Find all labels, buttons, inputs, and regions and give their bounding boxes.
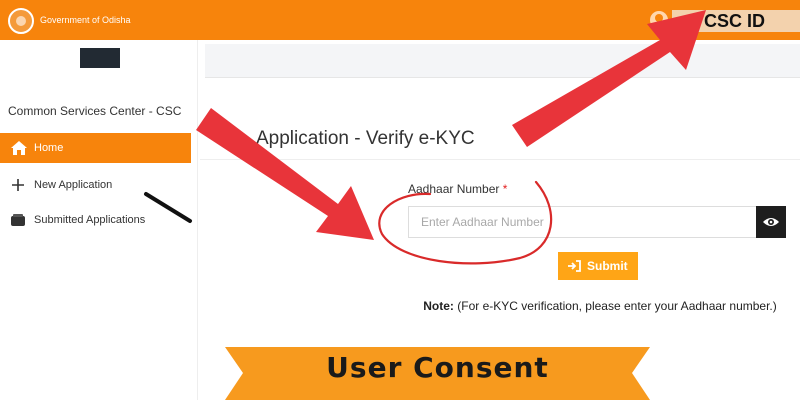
user-avatar-icon[interactable] — [650, 11, 668, 29]
submit-button[interactable]: Submit — [558, 252, 638, 280]
sidebar-item-home[interactable]: Home — [0, 133, 191, 163]
page-title: Application - Verify e-KYC — [256, 128, 475, 149]
aadhaar-label-text: Aadhaar Number — [408, 182, 500, 196]
csc-id-text: CSC ID — [704, 11, 766, 31]
sign-in-icon — [568, 260, 581, 272]
inbox-icon — [11, 214, 25, 226]
sidebar-item-new-application[interactable]: New Application — [0, 171, 191, 199]
required-mark: * — [502, 182, 508, 196]
aadhaar-number-input[interactable] — [408, 206, 756, 238]
submit-label: Submit — [587, 259, 628, 273]
eye-icon — [763, 218, 779, 226]
note-text: (For e-KYC verification, please enter yo… — [453, 299, 777, 313]
government-title: Government of Odisha — [40, 15, 131, 25]
plus-icon — [12, 179, 24, 191]
csc-logo — [80, 48, 120, 68]
odisha-emblem-icon — [8, 8, 34, 34]
sidebar-item-label: New Application — [34, 179, 113, 191]
sidebar: Common Services Center - CSC Home New Ap… — [0, 40, 198, 400]
content-header-strip — [205, 44, 800, 78]
kyc-note: Note: (For e-KYC verification, please en… — [420, 296, 780, 316]
home-icon — [11, 141, 27, 155]
note-bold: Note: — [423, 299, 454, 313]
csc-id-label: CSC ID — [672, 10, 800, 32]
sidebar-title: Common Services Center - CSC — [8, 104, 182, 118]
aadhaar-number-label: Aadhaar Number * — [408, 182, 507, 196]
sidebar-item-submitted-applications[interactable]: Submitted Applications — [0, 206, 191, 234]
top-bar: Government of Odisha CSC ID — [0, 0, 800, 40]
sidebar-item-label: Home — [34, 142, 64, 154]
user-consent-banner-text: User Consent — [326, 351, 549, 384]
show-aadhaar-toggle[interactable] — [756, 206, 786, 238]
sidebar-item-label: Submitted Applications — [34, 214, 146, 226]
